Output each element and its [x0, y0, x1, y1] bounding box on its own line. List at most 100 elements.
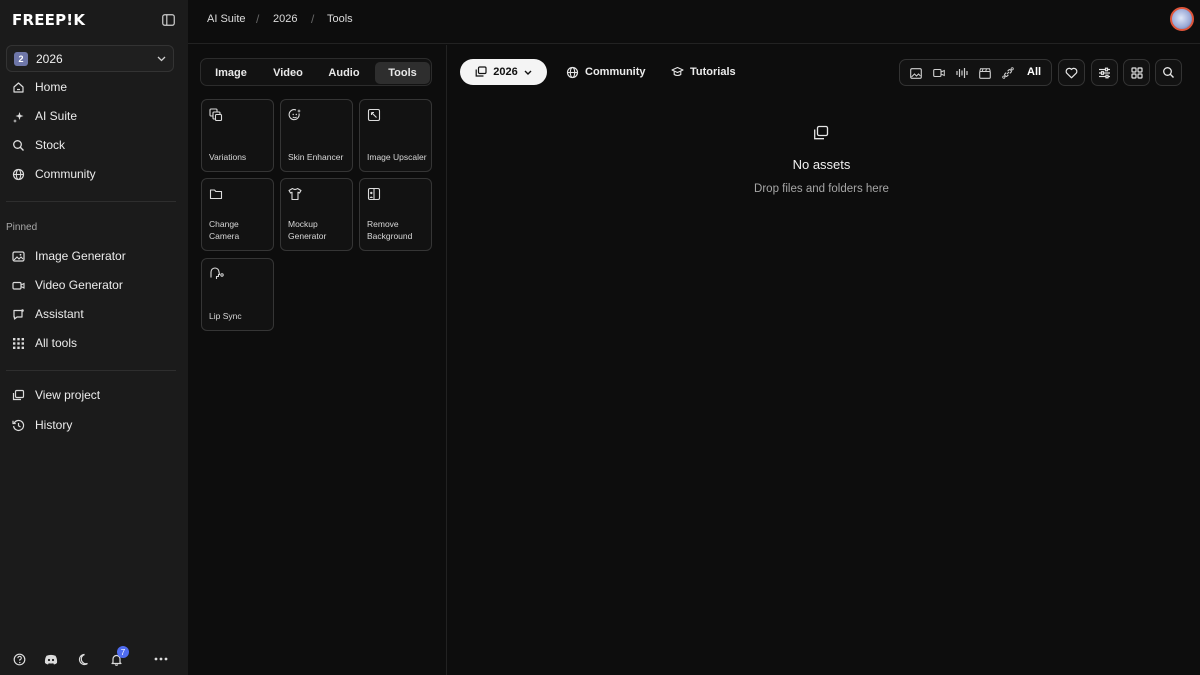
search-button[interactable]: [1155, 59, 1182, 86]
camera-folder-icon: [209, 187, 223, 201]
category-tabs: Image Video Audio Tools: [200, 58, 432, 86]
sidebar: FREEP!K 2 2026 Home AI Suite Stock Commu…: [0, 0, 188, 675]
chevron-down-icon: [157, 56, 166, 62]
nav-all-tools-label: All tools: [35, 336, 78, 350]
remove-bg-icon: [367, 187, 381, 201]
shirt-icon: [288, 187, 302, 201]
empty-state-subtitle: Drop files and folders here: [754, 183, 889, 195]
discord-icon[interactable]: [44, 652, 58, 666]
community-link-label: Community: [585, 66, 646, 78]
sidebar-bottom-bar: [0, 648, 188, 670]
project-dropdown-button[interactable]: 2026: [460, 59, 547, 85]
notification-count-badge: 7: [117, 646, 129, 658]
tool-card-image-upscaler[interactable]: Image Upscaler: [359, 99, 432, 172]
tool-card-mockup-generator[interactable]: Mockup Generator: [280, 178, 353, 251]
breadcrumb-separator: /: [256, 12, 260, 26]
stack-icon: [475, 66, 487, 78]
home-icon: [11, 80, 25, 94]
image-icon: [11, 249, 25, 263]
tool-card-label: Variations: [209, 152, 247, 162]
audio-filter-icon[interactable]: [955, 66, 969, 80]
nav-history[interactable]: History: [11, 414, 72, 436]
nav-home[interactable]: Home: [11, 76, 67, 98]
nav-community-label: Community: [35, 167, 96, 181]
community-link[interactable]: Community: [566, 63, 646, 81]
tab-image[interactable]: Image: [206, 62, 256, 84]
tool-card-label: Lip Sync: [209, 311, 242, 321]
variations-icon: [209, 108, 223, 122]
grid-view-button[interactable]: [1123, 59, 1150, 86]
help-icon[interactable]: [12, 652, 26, 666]
nav-image-generator[interactable]: Image Generator: [11, 245, 126, 267]
project-select[interactable]: 2 2026: [6, 45, 174, 72]
tab-video[interactable]: Video: [263, 62, 313, 84]
nav-assistant-label: Assistant: [35, 307, 84, 321]
pinned-section-label: Pinned: [6, 222, 38, 233]
sidebar-toggle-icon[interactable]: [160, 12, 176, 28]
freepik-logo[interactable]: FREEP!K: [12, 11, 85, 29]
tool-card-label: Mockup Generator: [288, 219, 327, 241]
favorites-button[interactable]: [1058, 59, 1085, 86]
breadcrumb-separator: /: [311, 12, 315, 26]
filter-all-option[interactable]: All: [1027, 66, 1041, 78]
filters-button[interactable]: [1091, 59, 1118, 86]
stack-icon: [11, 388, 25, 402]
nav-stock-label: Stock: [35, 138, 66, 152]
nav-community[interactable]: Community: [11, 163, 96, 185]
video-icon: [11, 278, 25, 292]
tool-card-remove-background[interactable]: Remove Background: [359, 178, 432, 251]
sidebar-divider: [6, 201, 176, 202]
nav-view-project-label: View project: [35, 388, 101, 402]
more-icon[interactable]: [154, 652, 168, 666]
clapper-filter-icon[interactable]: [978, 66, 992, 80]
breadcrumb-project[interactable]: 2026: [273, 13, 297, 25]
nav-stock[interactable]: Stock: [11, 134, 65, 156]
tool-card-label: Remove Background: [367, 219, 413, 241]
nav-video-generator[interactable]: Video Generator: [11, 274, 123, 296]
globe-icon: [11, 167, 25, 181]
nav-all-tools[interactable]: All tools: [11, 332, 77, 354]
logo-row: FREEP!K: [12, 10, 176, 30]
sidebar-divider: [6, 370, 176, 371]
video-filter-icon[interactable]: [932, 66, 946, 80]
tool-card-change-camera[interactable]: Change Camera: [201, 178, 274, 251]
link-filter-icon[interactable]: [1001, 66, 1015, 80]
tool-card-label: Skin Enhancer: [288, 152, 344, 162]
tool-card-variations[interactable]: Variations: [201, 99, 274, 172]
tab-tools[interactable]: Tools: [375, 62, 430, 84]
nav-image-generator-label: Image Generator: [35, 249, 126, 263]
nav-history-label: History: [35, 418, 73, 432]
history-icon: [11, 418, 25, 432]
breadcrumb-ai-suite[interactable]: AI Suite: [207, 13, 246, 25]
chat-icon: [11, 307, 25, 321]
graduation-cap-icon: [671, 66, 684, 78]
tutorials-link[interactable]: Tutorials: [671, 63, 736, 81]
project-dropdown-label: 2026: [493, 66, 518, 78]
empty-state-title: No assets: [792, 157, 851, 172]
breadcrumb-tools: Tools: [327, 13, 353, 25]
search-icon: [11, 138, 25, 152]
lip-sync-icon: [209, 267, 224, 281]
search-icon: [1162, 66, 1175, 79]
tab-audio[interactable]: Audio: [319, 62, 369, 84]
nav-home-label: Home: [35, 80, 68, 94]
sliders-icon: [1098, 67, 1111, 79]
user-avatar[interactable]: [1170, 7, 1194, 31]
grid-icon: [1130, 66, 1143, 79]
asset-type-filter: All: [899, 59, 1052, 86]
nav-ai-suite[interactable]: AI Suite: [11, 105, 77, 127]
project-badge: 2: [14, 51, 28, 66]
project-name: 2026: [36, 51, 63, 66]
nav-assistant[interactable]: Assistant: [11, 303, 84, 325]
grid-dots-icon: [11, 336, 25, 350]
nav-video-generator-label: Video Generator: [35, 278, 123, 292]
globe-icon: [566, 66, 579, 79]
upscale-icon: [367, 108, 381, 122]
sparkle-icon: [11, 109, 25, 123]
nav-view-project[interactable]: View project: [11, 384, 100, 406]
tool-card-skin-enhancer[interactable]: Skin Enhancer: [280, 99, 353, 172]
skin-enhancer-icon: [288, 108, 302, 122]
moon-icon[interactable]: [77, 652, 91, 666]
tool-card-lip-sync[interactable]: Lip Sync: [201, 258, 274, 331]
image-filter-icon[interactable]: [909, 66, 923, 80]
